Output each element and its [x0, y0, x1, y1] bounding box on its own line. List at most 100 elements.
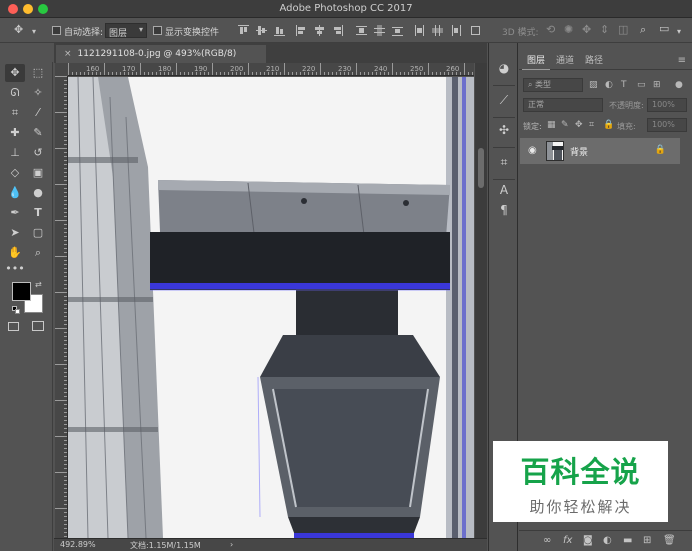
- properties-panel-icon[interactable]: ⌗: [497, 155, 511, 169]
- align-horizontal-center-icon[interactable]: [314, 25, 325, 36]
- move-tool-icon[interactable]: ✥: [5, 64, 25, 82]
- distribute-right-icon[interactable]: [450, 25, 461, 36]
- lock-image-pixels-icon[interactable]: ✎: [561, 120, 569, 130]
- character-panel-icon[interactable]: A: [497, 183, 511, 197]
- auto-select-checkbox[interactable]: [52, 26, 61, 35]
- filter-shape-icon[interactable]: ▭: [637, 80, 646, 90]
- color-panel-icon[interactable]: ◕: [497, 61, 511, 75]
- eye-icon[interactable]: ◉: [528, 145, 537, 156]
- dodge-tool-icon[interactable]: ●: [28, 184, 48, 202]
- search-icon[interactable]: ⌕: [640, 24, 646, 36]
- curves-panel-icon[interactable]: ⟋: [497, 93, 511, 107]
- screen-mode-icon[interactable]: [32, 321, 44, 331]
- ruler-origin[interactable]: [55, 63, 68, 76]
- layer-row[interactable]: ◉ 背景 🔒: [520, 138, 680, 164]
- filter-pixel-icon[interactable]: ▧: [589, 80, 598, 90]
- align-right-icon[interactable]: [332, 25, 343, 36]
- gradient-tool-icon[interactable]: ▣: [28, 164, 48, 182]
- distribute-bottom-icon[interactable]: [392, 25, 403, 36]
- blur-tool-icon[interactable]: 💧: [5, 184, 25, 202]
- quick-mask-icon[interactable]: [8, 322, 19, 331]
- workspace-switcher-icon[interactable]: ▭: [659, 23, 669, 35]
- pen-tool-icon[interactable]: ✒: [5, 204, 25, 222]
- document-tab[interactable]: × 1121291108-0.jpg @ 493%(RGB/8): [56, 45, 266, 63]
- status-arrow-icon[interactable]: ›: [230, 540, 233, 549]
- panel-menu-icon[interactable]: ≡: [678, 55, 686, 66]
- show-transform-checkbox[interactable]: [153, 26, 162, 35]
- filter-type-icon[interactable]: T: [621, 80, 627, 90]
- filter-adjustment-icon[interactable]: ◐: [605, 80, 613, 90]
- layer-style-icon[interactable]: fx: [563, 535, 572, 546]
- distribute-left-icon[interactable]: [414, 25, 425, 36]
- new-layer-icon[interactable]: ⊞: [643, 535, 651, 546]
- healing-brush-tool-icon[interactable]: ✚: [5, 124, 25, 142]
- magic-wand-tool-icon[interactable]: ✧: [28, 84, 48, 102]
- ruler-tick: [64, 272, 67, 273]
- crop-tool-icon[interactable]: ⌗: [5, 104, 25, 122]
- lock-all-icon[interactable]: 🔒: [603, 120, 614, 130]
- lasso-tool-icon[interactable]: ᘏ: [5, 84, 25, 102]
- brush-tool-icon[interactable]: ✎: [28, 124, 48, 142]
- move-tool-icon[interactable]: ✥: [14, 24, 23, 36]
- close-document-icon[interactable]: ×: [64, 49, 72, 59]
- lock-position-icon[interactable]: ✥: [575, 120, 583, 130]
- fill-input[interactable]: 100%: [647, 118, 687, 132]
- distribute-top-icon[interactable]: [356, 25, 367, 36]
- swap-colors-icon[interactable]: ⇄: [35, 280, 42, 289]
- lock-artboard-icon[interactable]: ⌗: [589, 120, 594, 130]
- layer-filter-dropdown[interactable]: ⌕ 类型: [523, 78, 583, 92]
- 3d-scale-icon[interactable]: ◫: [618, 24, 628, 36]
- workspace-chevron-icon[interactable]: ▾: [677, 26, 681, 38]
- rectangular-marquee-tool-icon[interactable]: ⬚: [28, 64, 48, 82]
- path-selection-tool-icon[interactable]: ➤: [5, 224, 25, 242]
- filter-smart-object-icon[interactable]: ⊞: [653, 80, 661, 90]
- link-layers-icon[interactable]: ∞: [543, 535, 551, 546]
- zoom-level[interactable]: 492.89%: [60, 540, 96, 549]
- scrollbar-thumb[interactable]: [478, 148, 484, 188]
- canvas-vertical-scrollbar[interactable]: [475, 63, 487, 538]
- more-tools-icon[interactable]: •••: [5, 260, 25, 278]
- foreground-color-swatch[interactable]: [12, 282, 31, 301]
- trash-icon[interactable]: 🗑: [663, 535, 676, 546]
- default-colors-icon[interactable]: [12, 306, 20, 314]
- new-group-icon[interactable]: ▬: [623, 535, 632, 546]
- rectangle-tool-icon[interactable]: ▢: [28, 224, 48, 242]
- distribute-horizontal-center-icon[interactable]: [432, 25, 443, 36]
- document-canvas[interactable]: [68, 77, 474, 538]
- eyedropper-tool-icon[interactable]: ⁄: [28, 104, 48, 122]
- type-tool-icon[interactable]: T: [28, 204, 48, 222]
- blend-mode-dropdown[interactable]: 正常: [523, 98, 603, 112]
- tool-preset-chevron-icon[interactable]: ▾: [32, 26, 36, 38]
- distribute-vertical-center-icon[interactable]: [374, 25, 385, 36]
- align-bottom-icon[interactable]: [274, 25, 285, 36]
- align-left-icon[interactable]: [296, 25, 307, 36]
- paragraph-panel-icon[interactable]: ¶: [497, 203, 511, 217]
- ruler-tick: [276, 72, 277, 75]
- filter-toggle-icon[interactable]: ●: [675, 80, 683, 90]
- horizontal-ruler[interactable]: 160 170 180 190 200 210 220 230 240 250 …: [68, 63, 474, 76]
- tab-channels[interactable]: 通道: [551, 52, 579, 70]
- 3d-roll-icon[interactable]: ✺: [564, 24, 573, 36]
- align-vertical-center-icon[interactable]: [256, 25, 267, 36]
- tab-paths[interactable]: 路径: [580, 52, 608, 70]
- auto-align-layers-icon[interactable]: [470, 25, 481, 36]
- add-mask-icon[interactable]: ◙: [583, 535, 593, 546]
- lock-transparent-pixels-icon[interactable]: ▦: [547, 120, 556, 130]
- auto-select-dropdown[interactable]: 图层 ▾: [105, 23, 147, 39]
- ruler-tick: [304, 72, 305, 75]
- zoom-tool-icon[interactable]: ⌕: [28, 244, 48, 262]
- tab-layers[interactable]: 图层: [522, 52, 551, 70]
- align-top-icon[interactable]: [238, 25, 249, 36]
- libraries-panel-icon[interactable]: ✣: [497, 123, 511, 137]
- 3d-orbit-icon[interactable]: ⟲: [546, 24, 555, 36]
- 3d-slide-icon[interactable]: ⇕: [600, 24, 609, 36]
- vertical-ruler[interactable]: [55, 76, 68, 538]
- eraser-tool-icon[interactable]: ◇: [5, 164, 25, 182]
- opacity-input[interactable]: 100%: [647, 98, 687, 112]
- adjustment-layer-icon[interactable]: ◐: [603, 535, 612, 546]
- document-size-info: 文档:1.15M/1.15M: [130, 541, 201, 550]
- 3d-pan-icon[interactable]: ✥: [582, 24, 591, 36]
- clone-stamp-tool-icon[interactable]: ⊥: [5, 144, 25, 162]
- history-brush-tool-icon[interactable]: ↺: [28, 144, 48, 162]
- ruler-tick: [64, 456, 67, 457]
